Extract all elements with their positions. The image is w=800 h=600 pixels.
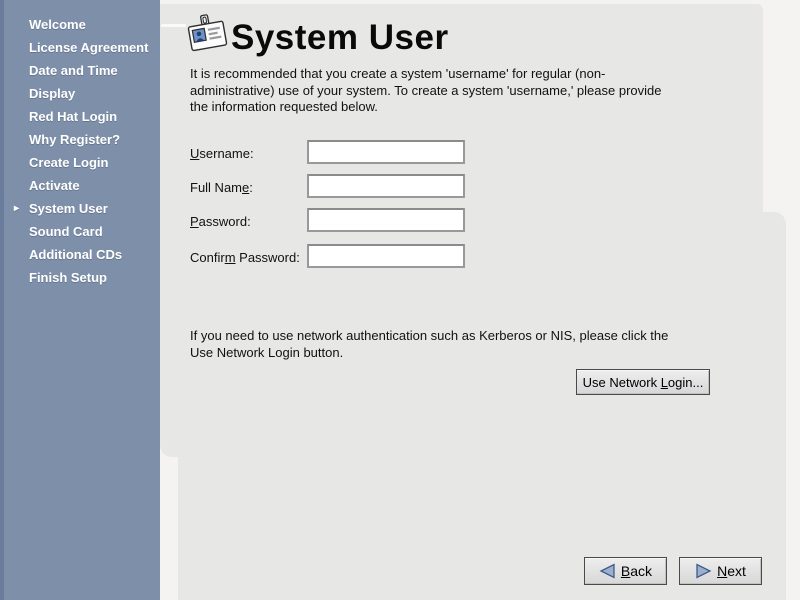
sidebar-item-label: Welcome bbox=[29, 17, 86, 32]
sidebar-item-sound-card: Sound Card bbox=[0, 220, 160, 243]
frame-notch bbox=[161, 24, 186, 27]
next-arrow-icon bbox=[695, 563, 712, 579]
sidebar-item-welcome: Welcome bbox=[0, 13, 160, 36]
password-label: Password: bbox=[190, 214, 251, 229]
id-badge-icon bbox=[185, 12, 229, 58]
sidebar-item-label: Date and Time bbox=[29, 63, 118, 78]
sidebar-item-label: License Agreement bbox=[29, 40, 148, 55]
sidebar-item-label: Why Register? bbox=[29, 132, 120, 147]
sidebar-item-create-login: Create Login bbox=[0, 151, 160, 174]
sidebar-item-red-hat-login: Red Hat Login bbox=[0, 105, 160, 128]
sidebar-item-display: Display bbox=[0, 82, 160, 105]
sidebar-item-label: Red Hat Login bbox=[29, 109, 117, 124]
sidebar: Welcome License Agreement Date and Time … bbox=[0, 0, 160, 600]
active-step-arrow-icon: ▸ bbox=[14, 203, 29, 214]
sidebar-item-system-user: ▸System User bbox=[0, 197, 160, 220]
network-auth-note: If you need to use network authenticatio… bbox=[190, 327, 730, 361]
username-label: Username: bbox=[190, 146, 254, 161]
confirm-password-field[interactable] bbox=[307, 244, 465, 268]
sidebar-item-activate: Activate bbox=[0, 174, 160, 197]
sidebar-item-label: Activate bbox=[29, 178, 80, 193]
page-title: System User bbox=[231, 18, 449, 58]
sidebar-item-label: Create Login bbox=[29, 155, 108, 170]
full-name-label: Full Name: bbox=[190, 180, 253, 195]
firstboot-window: Welcome License Agreement Date and Time … bbox=[0, 0, 800, 600]
content-panel-lower bbox=[178, 212, 786, 600]
sidebar-item-license-agreement: License Agreement bbox=[0, 36, 160, 59]
back-button[interactable]: Back bbox=[584, 557, 667, 585]
sidebar-item-why-register: Why Register? bbox=[0, 128, 160, 151]
password-field[interactable] bbox=[307, 208, 465, 232]
username-field[interactable] bbox=[307, 140, 465, 164]
sidebar-item-label: Display bbox=[29, 86, 75, 101]
sidebar-item-date-and-time: Date and Time bbox=[0, 59, 160, 82]
step-list: Welcome License Agreement Date and Time … bbox=[0, 13, 160, 289]
sidebar-item-label: Finish Setup bbox=[29, 270, 107, 285]
confirm-password-label: Confirm Password: bbox=[190, 250, 300, 265]
sidebar-item-finish-setup: Finish Setup bbox=[0, 266, 160, 289]
back-arrow-icon bbox=[599, 563, 616, 579]
full-name-field[interactable] bbox=[307, 174, 465, 198]
intro-text: It is recommended that you create a syst… bbox=[190, 66, 700, 116]
next-button[interactable]: Next bbox=[679, 557, 762, 585]
sidebar-item-label: Sound Card bbox=[29, 224, 103, 239]
sidebar-item-label: System User bbox=[29, 201, 108, 216]
use-network-login-button[interactable]: Use Network Login... bbox=[576, 369, 710, 395]
sidebar-item-label: Additional CDs bbox=[29, 247, 122, 262]
sidebar-item-additional-cds: Additional CDs bbox=[0, 243, 160, 266]
